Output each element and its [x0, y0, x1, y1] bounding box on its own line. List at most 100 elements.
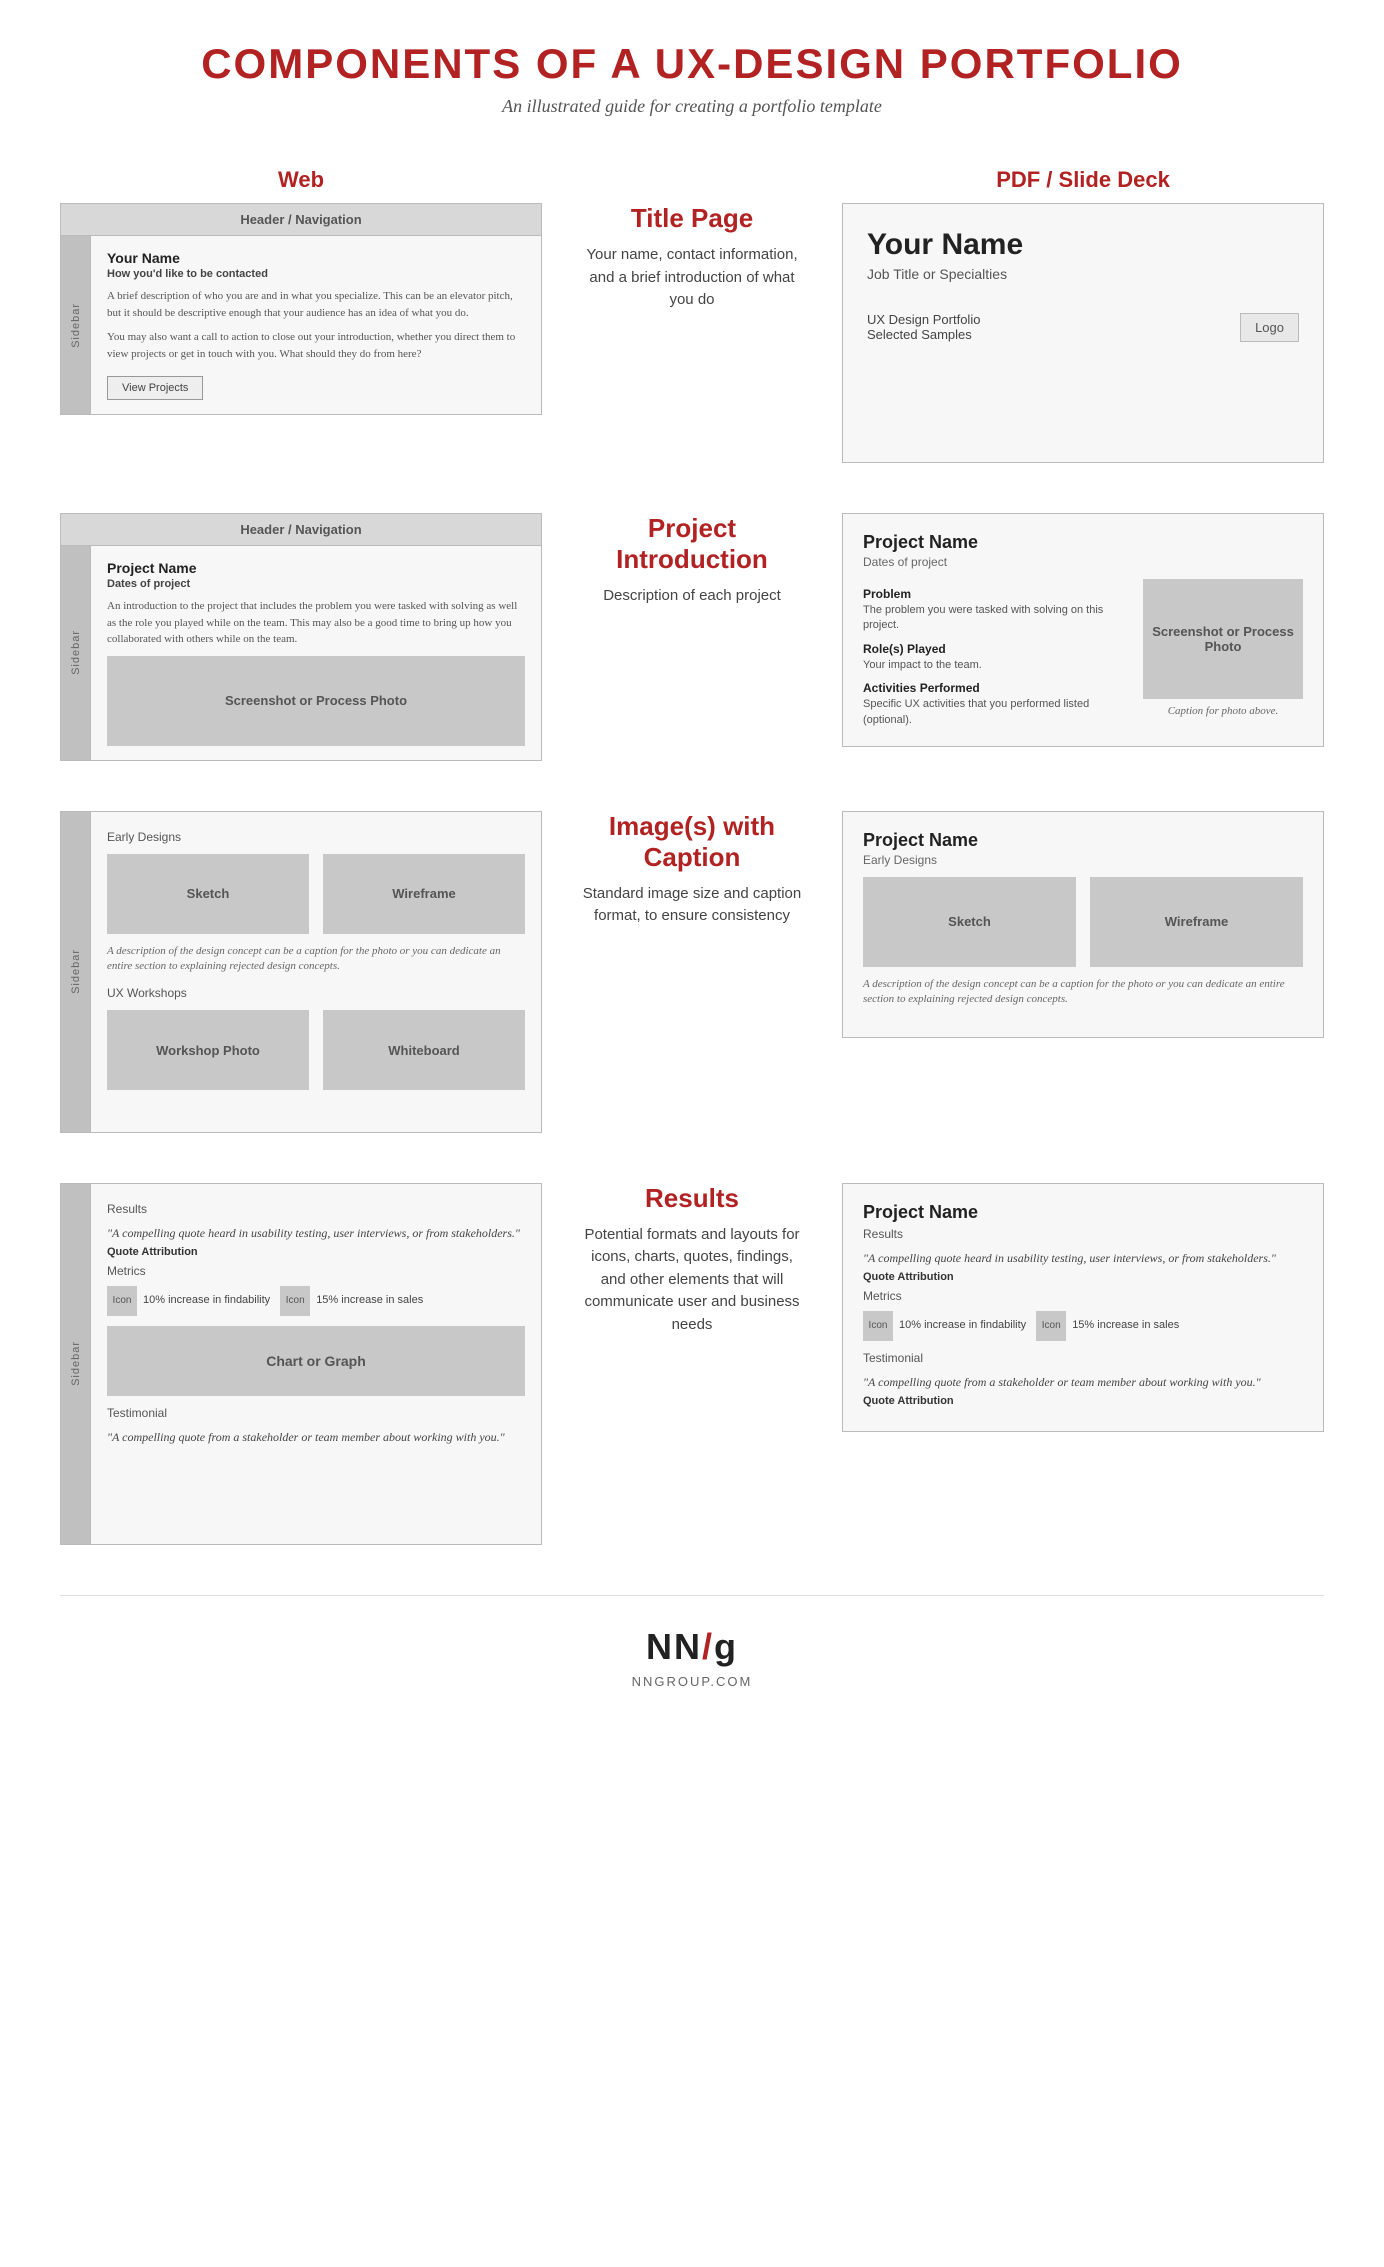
- results-middle-col: Results Potential formats and layouts fo…: [582, 1183, 802, 1337]
- project-web-sidebar: Sidebar: [61, 546, 91, 760]
- pdf-activities-text: Specific UX activities that you performe…: [863, 697, 1127, 728]
- pdf-images-project-name: Project Name: [863, 830, 1303, 851]
- pdf-problem-label: Problem: [863, 587, 1127, 601]
- results-desc: Potential formats and layouts for icons,…: [582, 1224, 802, 1337]
- metric-icon-2: Icon: [280, 1286, 310, 1316]
- metric-text-2: 15% increase in sales: [316, 1293, 423, 1307]
- pdf-wireframe-placeholder: Wireframe: [1090, 877, 1303, 967]
- images-web-sidebar: Sidebar: [61, 812, 91, 1132]
- pdf-images-early-designs: Early Designs: [863, 853, 1303, 867]
- project-pdf-col: Project Name Dates of project Problem Th…: [842, 513, 1324, 747]
- results-label: Results: [645, 1183, 739, 1214]
- pdf-portfolio-title: UX Design Portfolio: [867, 312, 980, 327]
- results-web-col: Sidebar Results "A compelling quote hear…: [60, 1183, 542, 1545]
- project-intro-row: Header / Navigation Sidebar Project Name…: [60, 513, 1324, 761]
- intro-pdf-col: Your Name Job Title or Specialties UX De…: [842, 203, 1324, 463]
- footer-url: NNGROUP.COM: [60, 1674, 1324, 1689]
- project-name: Project Name: [107, 560, 525, 576]
- pdf-roles-label: Role(s) Played: [863, 642, 1127, 656]
- web-section-label: Web: [278, 167, 324, 192]
- intro-web-box: Header / Navigation Sidebar Your Name Ho…: [60, 203, 542, 415]
- results-web-box: Sidebar Results "A compelling quote hear…: [60, 1183, 542, 1545]
- pdf-results-quote: "A compelling quote heard in usability t…: [863, 1249, 1303, 1267]
- early-designs-label: Early Designs: [107, 830, 525, 844]
- pdf-results-attr: Quote Attribution: [863, 1271, 1303, 1283]
- whiteboard-placeholder: Whiteboard: [323, 1010, 525, 1090]
- pdf-portfolio-sub: Selected Samples: [867, 327, 980, 342]
- results-attr: Quote Attribution: [107, 1246, 525, 1258]
- images-pdf-box: Project Name Early Designs Sketch Wirefr…: [842, 811, 1324, 1039]
- pdf-metric-icon-2: Icon: [1036, 1311, 1066, 1341]
- intro-sidebar-label: Sidebar: [70, 303, 82, 348]
- results-pdf-col: Project Name Results "A compelling quote…: [842, 1183, 1324, 1432]
- results-metrics-label: Metrics: [107, 1264, 525, 1278]
- project-intro-text: An introduction to the project that incl…: [107, 598, 525, 648]
- project-middle-col: Project Introduction Description of each…: [582, 513, 802, 608]
- nn-text: NN: [646, 1626, 702, 1667]
- results-sidebar-label: Sidebar: [70, 1341, 82, 1386]
- footer: NN/g NNGROUP.COM: [60, 1595, 1324, 1689]
- images-pdf-col: Project Name Early Designs Sketch Wirefr…: [842, 811, 1324, 1039]
- pdf-testimonial-attr: Quote Attribution: [863, 1395, 1303, 1407]
- intro-text1: A brief description of who you are and i…: [107, 288, 525, 321]
- pdf-metrics-label: Metrics: [863, 1289, 1303, 1303]
- project-dates: Dates of project: [107, 578, 525, 590]
- pdf-metric-item-1: Icon 10% increase in findability: [863, 1311, 1026, 1341]
- pdf-testimonial-quote: "A compelling quote from a stakeholder o…: [863, 1373, 1303, 1391]
- page-subtitle: An illustrated guide for creating a port…: [60, 96, 1324, 117]
- pdf-section-label: PDF / Slide Deck: [996, 167, 1170, 192]
- pdf-metric-item-2: Icon 15% increase in sales: [1036, 1311, 1179, 1341]
- intro-pdf-box: Your Name Job Title or Specialties UX De…: [842, 203, 1324, 463]
- intro-text2: You may also want a call to action to cl…: [107, 329, 525, 362]
- pdf-problem-text: The problem you were tasked with solving…: [863, 603, 1127, 634]
- pdf-project-dates: Dates of project: [863, 555, 1303, 569]
- workshops-label: UX Workshops: [107, 986, 525, 1000]
- metric-item-2: Icon 15% increase in sales: [280, 1286, 423, 1316]
- results-row: Sidebar Results "A compelling quote hear…: [60, 1183, 1324, 1545]
- pdf-activities-label: Activities Performed: [863, 681, 1127, 695]
- intro-contact: How you'd like to be contacted: [107, 268, 525, 280]
- pdf-testimonial-label: Testimonial: [863, 1351, 1303, 1365]
- sketch-placeholder: Sketch: [107, 854, 309, 934]
- title-page-desc: Your name, contact information, and a br…: [582, 244, 802, 312]
- metric-item-1: Icon 10% increase in findability: [107, 1286, 270, 1316]
- intro-row: Header / Navigation Sidebar Your Name Ho…: [60, 203, 1324, 463]
- project-sidebar-label: Sidebar: [70, 630, 82, 675]
- results-section-label: Results: [107, 1202, 525, 1216]
- project-photo-placeholder: Screenshot or Process Photo: [107, 656, 525, 746]
- images-desc: Standard image size and caption format, …: [582, 883, 802, 928]
- results-pdf-box: Project Name Results "A compelling quote…: [842, 1183, 1324, 1432]
- images-row: Sidebar Early Designs Sketch Wireframe A…: [60, 811, 1324, 1133]
- pdf-photo-caption: Caption for photo above.: [1143, 705, 1303, 717]
- testimonial-quote: "A compelling quote from a stakeholder o…: [107, 1428, 525, 1446]
- pdf-job-title: Job Title or Specialties: [867, 266, 1299, 282]
- wireframe-placeholder: Wireframe: [323, 854, 525, 934]
- pdf-metric-text-1: 10% increase in findability: [899, 1318, 1026, 1332]
- images-web-col: Sidebar Early Designs Sketch Wireframe A…: [60, 811, 542, 1133]
- metric-text-1: 10% increase in findability: [143, 1293, 270, 1307]
- intro-web-header: Header / Navigation: [61, 204, 541, 236]
- pdf-metric-icon-1: Icon: [863, 1311, 893, 1341]
- results-web-sidebar: Sidebar: [61, 1184, 91, 1544]
- intro-middle-col: Title Page Your name, contact informatio…: [582, 203, 802, 312]
- project-intro-label: Project Introduction: [582, 513, 802, 575]
- images-label: Image(s) with Caption: [582, 811, 802, 873]
- project-intro-desc: Description of each project: [603, 585, 781, 608]
- view-projects-button[interactable]: View Projects: [107, 376, 203, 400]
- images-caption: A description of the design concept can …: [107, 944, 525, 975]
- intro-user-name: Your Name: [107, 250, 525, 266]
- title-page-label: Title Page: [631, 203, 753, 234]
- metric-icon-1: Icon: [107, 1286, 137, 1316]
- project-web-box: Header / Navigation Sidebar Project Name…: [60, 513, 542, 761]
- images-middle-col: Image(s) with Caption Standard image siz…: [582, 811, 802, 928]
- intro-web-col: Header / Navigation Sidebar Your Name Ho…: [60, 203, 542, 415]
- testimonial-label: Testimonial: [107, 1406, 525, 1420]
- slash-icon: /: [702, 1626, 714, 1667]
- pdf-logo-box: Logo: [1240, 313, 1299, 342]
- footer-logo: NN/g: [60, 1626, 1324, 1668]
- project-web-col: Header / Navigation Sidebar Project Name…: [60, 513, 542, 761]
- results-quote: "A compelling quote heard in usability t…: [107, 1224, 525, 1242]
- page-title: COMPONENTS OF A UX-DESIGN PORTFOLIO: [60, 40, 1324, 88]
- images-sidebar-label: Sidebar: [70, 949, 82, 994]
- pdf-images-caption: A description of the design concept can …: [863, 977, 1303, 1008]
